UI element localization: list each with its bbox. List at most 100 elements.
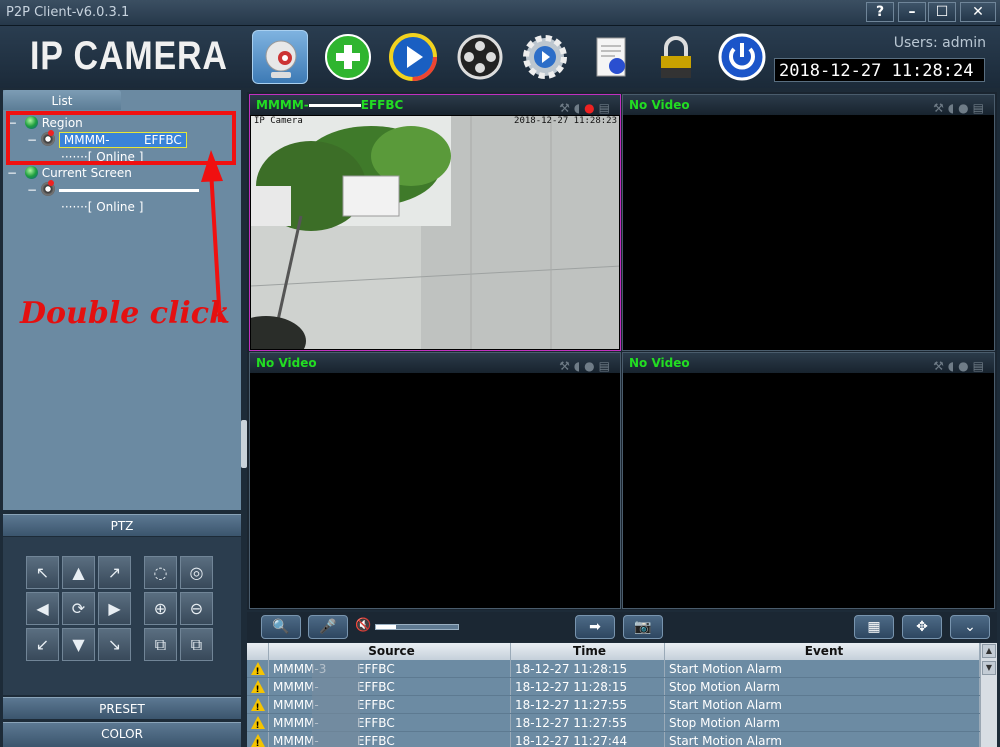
pane-title: MMMM- <box>256 98 309 112</box>
wrench-icon[interactable]: ⚒ <box>559 101 574 115</box>
ptz-auto-rotate[interactable]: ⟳ <box>62 592 95 625</box>
volume-fill <box>376 625 396 629</box>
power-button[interactable] <box>714 30 770 84</box>
zoom-button[interactable]: 🔍 <box>261 615 301 639</box>
ptz-up-left[interactable]: ↖ <box>26 556 59 589</box>
chevron-down-icon: ⌄ <box>964 619 976 635</box>
col-event[interactable]: Event <box>665 643 980 660</box>
time-cell: 18-12-27 11:28:15 <box>511 678 665 695</box>
event-cell: Stop Motion Alarm <box>665 714 980 731</box>
maximize-button[interactable]: ☐ <box>928 2 956 22</box>
zoom-out-button[interactable]: ⊖ <box>180 592 213 625</box>
event-log-scrollbar[interactable]: ▲ ▼ <box>980 643 997 747</box>
layout-button[interactable]: ▦ <box>854 615 894 639</box>
zoom-in-button[interactable]: ⊕ <box>144 592 177 625</box>
lock-button[interactable] <box>648 30 704 84</box>
time-cell: 18-12-27 11:27:55 <box>511 696 665 713</box>
video-pane-2[interactable]: No Video ⚒◖●▤ <box>622 94 995 351</box>
snapshot-button[interactable]: 📷 <box>623 615 663 639</box>
source-cell: MMMM- EFFBC <box>269 696 511 713</box>
event-cell: Stop Motion Alarm <box>665 678 980 695</box>
video-pane-4[interactable]: No Video ⚒◖●▤ <box>622 352 995 609</box>
ptz-up-right[interactable]: ↗ <box>98 556 131 589</box>
ptz-up[interactable]: ▲ <box>62 556 95 589</box>
alarm-icon[interactable]: ● <box>958 101 972 115</box>
warning-cell <box>247 678 269 695</box>
speaker-icon[interactable]: ◖ <box>948 359 958 373</box>
speaker-icon[interactable]: ◖ <box>948 101 958 115</box>
alarm-icon[interactable]: ● <box>584 359 598 373</box>
monitor-button[interactable] <box>252 30 308 84</box>
more-button[interactable]: ⌄ <box>950 615 990 639</box>
warning-cell <box>247 660 269 677</box>
source-suffix: EFFBC <box>356 662 395 676</box>
wrench-icon[interactable]: ⚒ <box>933 101 948 115</box>
tab-list[interactable]: List <box>3 90 121 110</box>
redacted-name <box>308 104 361 107</box>
title-bar: P2P Client-v6.0.3.1 ? – ☐ ✕ <box>0 0 1000 26</box>
record-icon[interactable]: ▤ <box>973 101 988 115</box>
scroll-down-icon[interactable]: ▼ <box>982 661 996 675</box>
source-cell: MMMM- EFFBC <box>269 714 511 731</box>
video-pane-3[interactable]: No Video ⚒◖●▤ <box>249 352 621 609</box>
ptz-lens-controls: ◌ ◎ ⊕ ⊖ ⧉ ⧉ <box>144 556 216 666</box>
source-cell: MMMM- EFFBC <box>269 678 511 695</box>
iris-open-button[interactable]: ⧉ <box>144 628 177 661</box>
time-cell: 18-12-27 11:27:55 <box>511 714 665 731</box>
tree-current-screen[interactable]: − Current Screen <box>7 166 132 180</box>
speaker-icon[interactable]: ◖ <box>574 359 584 373</box>
iris-close-button[interactable]: ⧉ <box>180 628 213 661</box>
close-button[interactable]: ✕ <box>960 2 996 22</box>
wrench-icon[interactable]: ⚒ <box>559 359 574 373</box>
settings-button[interactable] <box>517 30 573 84</box>
focus-far-button[interactable]: ◎ <box>180 556 213 589</box>
pane-icons: ⚒◖●▤ <box>559 98 614 118</box>
record-button[interactable]: ➡ <box>575 615 615 639</box>
wrench-icon[interactable]: ⚒ <box>933 359 948 373</box>
col-source[interactable]: Source <box>269 643 511 660</box>
color-section[interactable]: COLOR <box>3 722 241 747</box>
ptz-down-left[interactable]: ↙ <box>26 628 59 661</box>
speaker-icon[interactable]: ◖ <box>574 101 584 115</box>
play-icon <box>389 33 437 81</box>
fullscreen-button[interactable]: ✥ <box>902 615 942 639</box>
playback-button[interactable] <box>385 30 441 84</box>
ptz-down-right[interactable]: ↘ <box>98 628 131 661</box>
focus-near-button[interactable]: ◌ <box>144 556 177 589</box>
preset-section[interactable]: PRESET <box>3 697 241 719</box>
device-2-status: ·······[ Online ] <box>61 200 144 214</box>
camera-icon <box>265 40 297 78</box>
event-cell: Start Motion Alarm <box>665 660 980 677</box>
record-icon[interactable]: ▤ <box>599 359 614 373</box>
redacted-name <box>58 189 199 192</box>
datetime-display: 2018-12-27 11:28:24 <box>774 58 985 82</box>
volume-slider[interactable] <box>375 624 459 630</box>
time-cell: 18-12-27 11:27:44 <box>511 732 665 747</box>
add-device-button[interactable] <box>320 30 376 84</box>
ptz-left[interactable]: ◀ <box>26 592 59 625</box>
alarm-icon[interactable]: ● <box>958 359 972 373</box>
warning-icon <box>250 734 265 747</box>
talk-button[interactable]: 🎤 <box>308 615 348 639</box>
record-icon[interactable]: ▤ <box>599 101 614 115</box>
tree-device-2[interactable]: − <box>27 180 199 197</box>
video-pane-1[interactable]: MMMM- EFFBC ⚒◖●▤ IP Camera 2018-12-27 11:… <box>249 94 621 351</box>
ptz-down[interactable]: ▼ <box>62 628 95 661</box>
ptz-section[interactable]: PTZ <box>3 514 241 536</box>
warning-icon <box>250 698 265 713</box>
pane-title-suffix: EFFBC <box>360 98 404 112</box>
speaker-icon[interactable]: 🔇 <box>355 618 371 633</box>
help-button[interactable]: ? <box>866 2 894 22</box>
scroll-up-icon[interactable]: ▲ <box>982 644 996 658</box>
minimize-button[interactable]: – <box>898 2 926 22</box>
alarm-icon[interactable]: ● <box>584 101 598 115</box>
warning-cell <box>247 714 269 731</box>
expand-icon: ✥ <box>916 619 928 635</box>
lock-icon <box>661 36 691 78</box>
log-button[interactable] <box>583 30 639 84</box>
arrow-icon: ➡ <box>589 619 601 635</box>
col-time[interactable]: Time <box>511 643 665 660</box>
record-icon[interactable]: ▤ <box>973 359 988 373</box>
record-settings-button[interactable] <box>452 30 508 84</box>
ptz-right[interactable]: ▶ <box>98 592 131 625</box>
